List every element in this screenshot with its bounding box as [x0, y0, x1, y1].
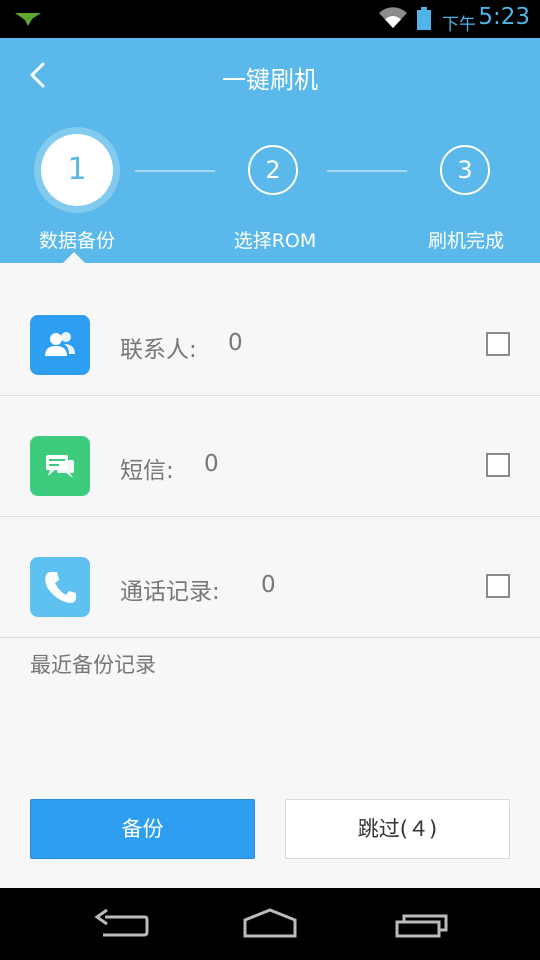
- step-3-label: 刷机完成: [427, 230, 504, 252]
- step-2-label: 选择ROM: [233, 230, 317, 252]
- item-count: 0: [261, 572, 276, 598]
- item-count: 0: [228, 330, 243, 356]
- page-title: 一键刷机: [222, 66, 318, 94]
- home-nav-icon[interactable]: [235, 904, 305, 946]
- step-1-circle: 1: [41, 134, 113, 206]
- calllog-checkbox[interactable]: [486, 574, 510, 598]
- item-label: 短信:: [120, 458, 174, 484]
- battery-icon: [416, 7, 432, 35]
- contacts-checkbox[interactable]: [486, 332, 510, 356]
- recents-nav-icon[interactable]: [390, 904, 460, 946]
- wifi-icon: [378, 7, 408, 33]
- backup-item-sms[interactable]: 短信: 0: [0, 396, 540, 517]
- sms-checkbox[interactable]: [486, 453, 510, 477]
- header: 一键刷机 1 2 3 数据备份 选择ROM 刷机完成: [0, 38, 540, 263]
- notification-icon: [14, 11, 42, 31]
- back-nav-icon[interactable]: [85, 904, 155, 946]
- item-label: 通话记录:: [120, 579, 220, 605]
- contacts-icon: [30, 315, 90, 375]
- sms-icon: [30, 436, 90, 496]
- backup-item-contacts[interactable]: 联系人: 0: [0, 275, 540, 396]
- step-2-circle: 2: [248, 145, 298, 195]
- item-count: 0: [204, 451, 219, 477]
- step-connector: [327, 170, 407, 172]
- item-label: 联系人:: [120, 337, 197, 363]
- backup-item-calllog[interactable]: 通话记录: 0: [0, 517, 540, 638]
- phone-icon: [30, 557, 90, 617]
- step-1-label: 数据备份: [38, 230, 115, 252]
- skip-button[interactable]: 跳过(４): [285, 799, 510, 859]
- active-step-pointer: [63, 252, 85, 263]
- step-connector: [135, 170, 215, 172]
- navigation-bar: [0, 888, 540, 960]
- backup-button[interactable]: 备份: [30, 799, 255, 859]
- status-bar: 下午 5:23: [0, 0, 540, 38]
- status-clock: 5:23: [478, 4, 530, 30]
- step-3-circle: 3: [440, 145, 490, 195]
- recent-backups-title: 最近备份记录: [30, 653, 156, 677]
- status-ampm: 下午: [442, 15, 476, 35]
